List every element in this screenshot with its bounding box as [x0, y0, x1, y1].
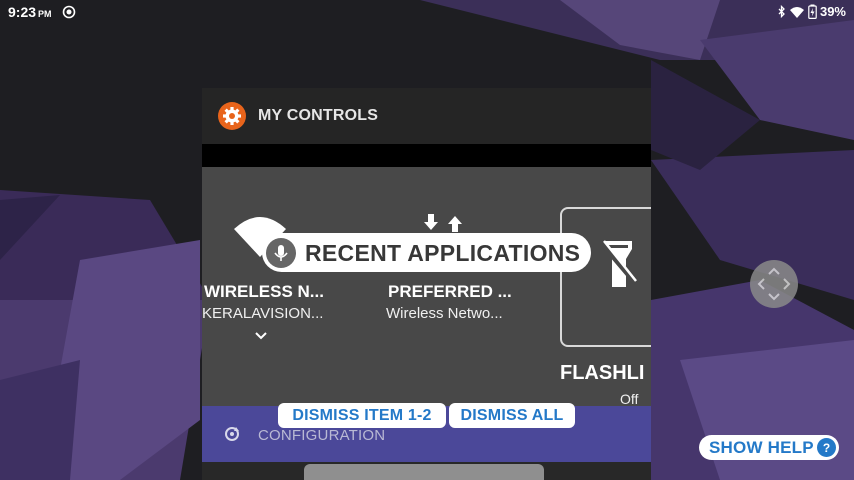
battery-percentage: 39%	[819, 4, 846, 19]
next-card-preview[interactable]	[202, 462, 651, 480]
status-time-value: 9:23	[8, 4, 37, 20]
next-card-thumbnail	[304, 464, 544, 480]
sync-icon	[62, 5, 76, 19]
status-bar: 9:23 PM 39%	[0, 0, 854, 24]
navigation-dpad[interactable]	[750, 260, 798, 308]
tile-flashlight-subtitle: Off	[620, 391, 639, 407]
recent-applications-label-pill: RECENT APPLICATIONS	[262, 233, 591, 272]
battery-charging-icon	[808, 4, 817, 19]
recent-applications-label: RECENT APPLICATIONS	[305, 240, 581, 266]
help-question-icon: ?	[817, 438, 836, 457]
tile-wireless-network-title: WIRELESS N...	[204, 282, 324, 301]
dismiss-item-button[interactable]: DISMISS ITEM 1-2	[278, 403, 446, 428]
status-time: 9:23 PM	[8, 4, 52, 20]
show-help-label: SHOW HELP	[709, 438, 814, 457]
tile-flashlight-title: FLASHLI	[560, 362, 645, 384]
show-help-button[interactable]: SHOW HELP ?	[699, 435, 839, 460]
tile-wireless-network-subtitle: KERALAVISION...	[202, 305, 324, 322]
bluetooth-icon	[778, 4, 785, 18]
tile-flashlight[interactable]: FLASHLI Off	[560, 167, 651, 407]
card-title: MY CONTROLS	[258, 107, 379, 124]
card-divider-strip	[202, 144, 651, 167]
gear-icon	[223, 107, 241, 125]
navigation-arrows-icon	[757, 267, 791, 301]
microphone-icon	[274, 245, 288, 261]
chevron-down-icon[interactable]	[254, 331, 268, 340]
controls-tiles: WIRELESS N... KERALAVISION... PREFERRED …	[202, 167, 651, 407]
wifi-icon	[789, 6, 804, 18]
tile-preferred-network-subtitle: Wireless Netwo...	[386, 305, 503, 322]
microphone-button[interactable]	[266, 238, 296, 268]
status-indicators: 39%	[778, 4, 846, 19]
card-header: MY CONTROLS	[202, 88, 651, 144]
status-time-ampm: PM	[38, 9, 52, 19]
configuration-label: CONFIGURATION	[258, 427, 386, 444]
flashlight-toggle-box[interactable]	[560, 207, 651, 347]
app-icon	[218, 102, 246, 130]
dismiss-all-button[interactable]: DISMISS ALL	[449, 403, 575, 428]
refresh-icon	[225, 427, 239, 441]
tile-preferred-network-title: PREFERRED ...	[388, 282, 512, 301]
data-transfer-icon	[424, 214, 462, 232]
flashlight-off-icon	[602, 240, 638, 287]
